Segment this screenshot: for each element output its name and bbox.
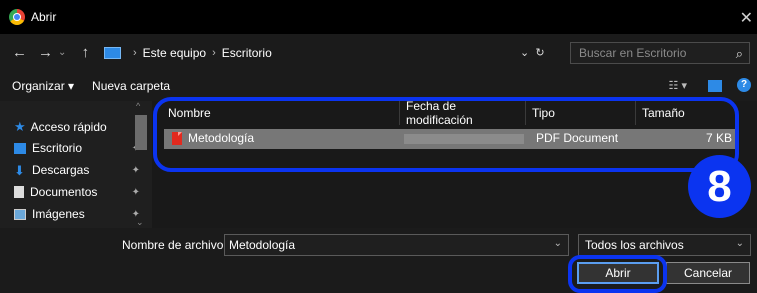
scrollbar-thumb[interactable] <box>135 115 147 150</box>
preview-pane-icon[interactable] <box>708 80 722 92</box>
view-options-icon[interactable]: ☷ ▾ <box>669 79 687 92</box>
help-icon[interactable]: ? <box>737 78 751 92</box>
sidebar-scrollbar[interactable]: ^ ⌄ <box>133 101 149 228</box>
open-button-highlight <box>568 255 667 293</box>
search-icon[interactable]: ⌕ <box>736 46 743 62</box>
navigation-pane: ★ Acceso rápido Escritorio ✦ ⬇ Descargas… <box>0 101 152 228</box>
back-arrow-icon[interactable]: ← <box>12 44 27 61</box>
forward-arrow-icon[interactable]: → <box>38 44 53 61</box>
navigation-bar: ← → ⌄ ↑ › Este equipo › Escritorio ⌄ ↻ B… <box>0 34 757 71</box>
file-row-highlight <box>153 97 739 172</box>
sidebar-item-acceso-rapido[interactable]: ★ Acceso rápido <box>14 119 144 135</box>
filetype-select[interactable]: Todos los archivos ⌄ <box>578 234 751 256</box>
sidebar-item-escritorio[interactable]: Escritorio ✦ <box>14 141 144 155</box>
filename-value: Metodología <box>229 238 296 252</box>
sidebar-item-imagenes[interactable]: Imágenes ✦ <box>14 207 144 221</box>
address-bar[interactable]: › Este equipo › Escritorio <box>104 42 568 64</box>
scroll-up-icon[interactable]: ^ <box>136 101 140 111</box>
step-badge: 8 <box>688 155 751 218</box>
search-placeholder: Buscar en Escritorio <box>579 46 687 60</box>
cancel-button[interactable]: Cancelar <box>666 262 750 284</box>
download-icon: ⬇ <box>14 162 25 178</box>
breadcrumb-separator: › <box>133 47 137 59</box>
filetype-value: Todos los archivos <box>585 238 684 252</box>
chevron-down-icon[interactable]: ⌄ <box>736 238 744 249</box>
window-title: Abrir <box>31 10 57 24</box>
computer-icon <box>104 47 121 59</box>
scroll-down-icon[interactable]: ⌄ <box>136 217 144 228</box>
documents-icon <box>14 186 24 198</box>
sidebar-item-label: Imágenes <box>32 207 85 221</box>
sidebar-item-documentos[interactable]: Documentos ✦ <box>14 185 144 199</box>
close-icon[interactable]: ✕ <box>740 8 753 28</box>
pictures-icon <box>14 208 26 220</box>
up-arrow-icon[interactable]: ↑ <box>78 44 92 61</box>
filename-label: Nombre de archivo: <box>122 238 227 252</box>
breadcrumb-separator: › <box>212 47 216 59</box>
breadcrumb-escritorio[interactable]: Escritorio <box>222 46 272 60</box>
filename-input[interactable]: Metodología ⌄ <box>224 234 569 256</box>
refresh-icon[interactable]: ⌄ ↻ <box>520 46 545 59</box>
sidebar-item-label: Escritorio <box>32 141 83 155</box>
chevron-down-icon[interactable]: ⌄ <box>554 238 562 249</box>
title-bar: Abrir ✕ <box>0 0 757 34</box>
new-folder-button[interactable]: Nueva carpeta <box>92 79 170 93</box>
star-icon: ★ <box>14 119 26 134</box>
sidebar-item-label: Descargas <box>32 163 90 177</box>
search-field[interactable]: Buscar en Escritorio ⌕ <box>570 42 750 64</box>
organize-button[interactable]: Organizar ▾ <box>12 79 74 93</box>
recent-locations-icon[interactable]: ⌄ <box>58 47 66 58</box>
chrome-icon <box>9 9 25 25</box>
sidebar-item-descargas[interactable]: ⬇ Descargas ✦ <box>14 163 144 177</box>
desktop-icon <box>14 142 26 154</box>
breadcrumb-este-equipo[interactable]: Este equipo <box>143 46 206 60</box>
sidebar-item-label: Documentos <box>30 185 98 199</box>
sidebar-item-label: Acceso rápido <box>30 120 107 134</box>
